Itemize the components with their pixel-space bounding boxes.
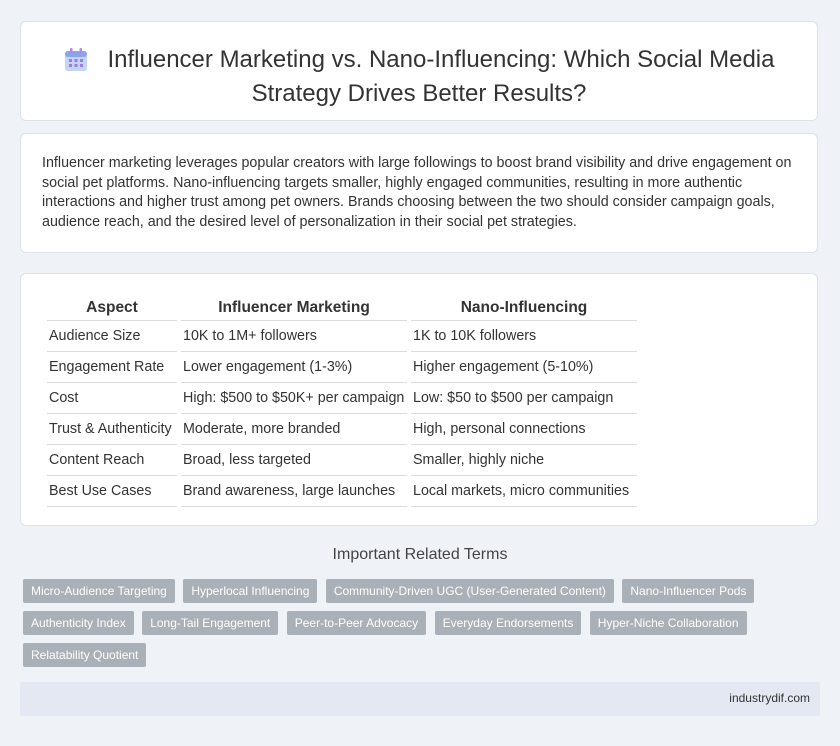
row-aspect: Trust & Authenticity bbox=[47, 414, 177, 445]
row-nano: Smaller, highly niche bbox=[411, 445, 637, 476]
related-term-tag[interactable]: Micro-Audience Targeting bbox=[23, 579, 175, 603]
related-term-tag[interactable]: Hyper-Niche Collaboration bbox=[589, 611, 747, 635]
row-nano: Low: $50 to $500 per campaign bbox=[411, 383, 637, 414]
row-influencer: Brand awareness, large launches bbox=[181, 476, 407, 507]
header-nano-influencing: Nano-Influencing bbox=[411, 296, 637, 321]
row-influencer: Broad, less targeted bbox=[181, 445, 407, 476]
calendar-icon bbox=[64, 48, 88, 79]
comparison-table-card: Aspect Influencer Marketing Nano-Influen… bbox=[20, 273, 818, 526]
table-row: Engagement Rate Lower engagement (1-3%) … bbox=[47, 352, 637, 383]
title-line-1: Influencer Marketing vs. Nano-Influencin… bbox=[107, 46, 775, 73]
row-influencer: High: $500 to $50K+ per campaign bbox=[181, 383, 407, 414]
related-term-tag[interactable]: Long-Tail Engagement bbox=[142, 611, 279, 635]
related-term-tag[interactable]: Relatability Quotient bbox=[23, 643, 147, 667]
row-nano: Higher engagement (5-10%) bbox=[411, 352, 637, 383]
table-row: Audience Size 10K to 1M+ followers 1K to… bbox=[47, 321, 637, 352]
row-influencer: 10K to 1M+ followers bbox=[181, 321, 407, 352]
related-term-tag[interactable]: Everyday Endorsements bbox=[434, 611, 582, 635]
row-nano: 1K to 10K followers bbox=[411, 321, 637, 352]
footer-site[interactable]: industrydif.com bbox=[729, 691, 810, 705]
intro-card: Influencer marketing leverages popular c… bbox=[20, 133, 818, 253]
related-term-tag[interactable]: Authenticity Index bbox=[23, 611, 134, 635]
related-terms-list: Micro-Audience Targeting Hyperlocal Infl… bbox=[23, 579, 763, 675]
row-aspect: Content Reach bbox=[47, 445, 177, 476]
row-nano: Local markets, micro communities bbox=[411, 476, 637, 507]
header-influencer-marketing: Influencer Marketing bbox=[181, 296, 407, 321]
row-aspect: Cost bbox=[47, 383, 177, 414]
title-card: Influencer Marketing vs. Nano-Influencin… bbox=[20, 21, 818, 121]
table-row: Best Use Cases Brand awareness, large la… bbox=[47, 476, 637, 507]
related-term-tag[interactable]: Community-Driven UGC (User-Generated Con… bbox=[325, 579, 614, 603]
intro-paragraph: Influencer marketing leverages popular c… bbox=[42, 155, 792, 230]
row-aspect: Best Use Cases bbox=[47, 476, 177, 507]
table-header-row: Aspect Influencer Marketing Nano-Influen… bbox=[47, 296, 637, 321]
footer: industrydif.com bbox=[20, 682, 820, 716]
row-influencer: Moderate, more branded bbox=[181, 414, 407, 445]
table-row: Trust & Authenticity Moderate, more bran… bbox=[47, 414, 637, 445]
related-terms-title: Important Related Terms bbox=[332, 546, 508, 563]
page-title: Influencer Marketing vs. Nano-Influencin… bbox=[21, 45, 817, 108]
row-aspect: Audience Size bbox=[47, 321, 177, 352]
comparison-table: Aspect Influencer Marketing Nano-Influen… bbox=[43, 296, 641, 507]
table-row: Content Reach Broad, less targeted Small… bbox=[47, 445, 637, 476]
row-influencer: Lower engagement (1-3%) bbox=[181, 352, 407, 383]
table-row: Cost High: $500 to $50K+ per campaign Lo… bbox=[47, 383, 637, 414]
related-term-tag[interactable]: Hyperlocal Influencing bbox=[183, 579, 318, 603]
row-aspect: Engagement Rate bbox=[47, 352, 177, 383]
header-aspect: Aspect bbox=[47, 296, 177, 321]
related-term-tag[interactable]: Peer-to-Peer Advocacy bbox=[286, 611, 427, 635]
related-term-tag[interactable]: Nano-Influencer Pods bbox=[622, 579, 755, 603]
row-nano: High, personal connections bbox=[411, 414, 637, 445]
title-line-2: Strategy Drives Better Results? bbox=[251, 80, 587, 107]
